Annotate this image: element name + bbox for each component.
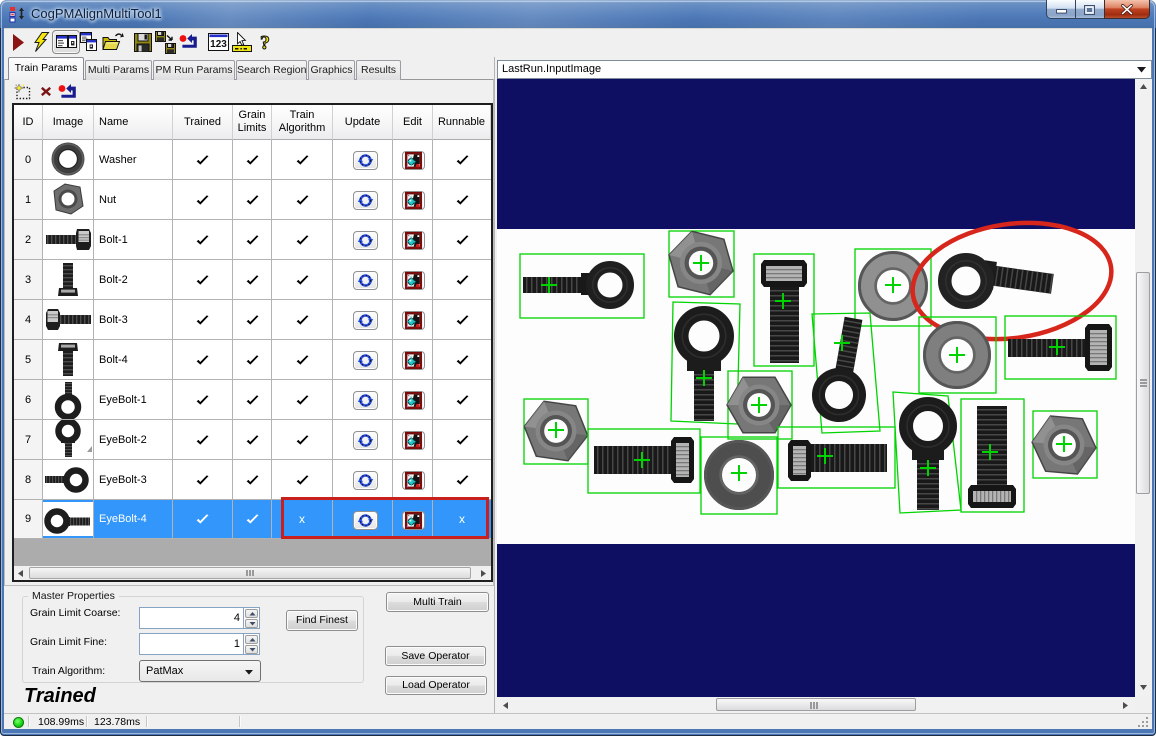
svg-text:123: 123	[210, 39, 227, 50]
svg-text:?: ?	[260, 32, 270, 53]
